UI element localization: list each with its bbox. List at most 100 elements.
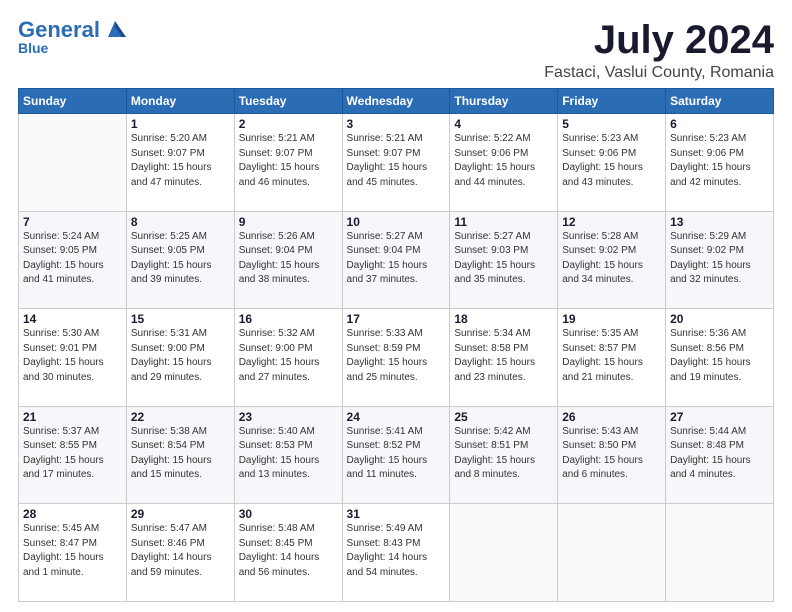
calendar-cell: 21Sunrise: 5:37 AM Sunset: 8:55 PM Dayli…: [19, 406, 127, 504]
day-number: 29: [131, 507, 230, 521]
calendar-cell: 13Sunrise: 5:29 AM Sunset: 9:02 PM Dayli…: [666, 211, 774, 309]
day-info: Sunrise: 5:32 AM Sunset: 9:00 PM Dayligh…: [239, 327, 338, 385]
calendar-cell: 1Sunrise: 5:20 AM Sunset: 9:07 PM Daylig…: [126, 114, 234, 212]
day-info: Sunrise: 5:37 AM Sunset: 8:55 PM Dayligh…: [23, 425, 122, 483]
day-info: Sunrise: 5:23 AM Sunset: 9:06 PM Dayligh…: [670, 132, 769, 190]
day-info: Sunrise: 5:38 AM Sunset: 8:54 PM Dayligh…: [131, 425, 230, 483]
day-info: Sunrise: 5:42 AM Sunset: 8:51 PM Dayligh…: [454, 425, 553, 483]
day-number: 22: [131, 410, 230, 424]
weekday-header: Thursday: [450, 89, 558, 114]
calendar-cell: 12Sunrise: 5:28 AM Sunset: 9:02 PM Dayli…: [558, 211, 666, 309]
day-number: 12: [562, 215, 661, 229]
calendar-header-row: SundayMondayTuesdayWednesdayThursdayFrid…: [19, 89, 774, 114]
calendar-cell: 10Sunrise: 5:27 AM Sunset: 9:04 PM Dayli…: [342, 211, 450, 309]
page: General Blue July 2024 Fastaci, Vaslui C…: [0, 0, 792, 612]
day-number: 5: [562, 117, 661, 131]
day-info: Sunrise: 5:40 AM Sunset: 8:53 PM Dayligh…: [239, 425, 338, 483]
day-info: Sunrise: 5:31 AM Sunset: 9:00 PM Dayligh…: [131, 327, 230, 385]
day-number: 17: [347, 312, 446, 326]
day-info: Sunrise: 5:25 AM Sunset: 9:05 PM Dayligh…: [131, 230, 230, 288]
calendar-cell: 28Sunrise: 5:45 AM Sunset: 8:47 PM Dayli…: [19, 504, 127, 602]
weekday-header: Saturday: [666, 89, 774, 114]
day-number: 25: [454, 410, 553, 424]
calendar-cell: 15Sunrise: 5:31 AM Sunset: 9:00 PM Dayli…: [126, 309, 234, 407]
calendar-cell: 3Sunrise: 5:21 AM Sunset: 9:07 PM Daylig…: [342, 114, 450, 212]
calendar-cell: 8Sunrise: 5:25 AM Sunset: 9:05 PM Daylig…: [126, 211, 234, 309]
day-info: Sunrise: 5:34 AM Sunset: 8:58 PM Dayligh…: [454, 327, 553, 385]
day-number: 27: [670, 410, 769, 424]
day-number: 13: [670, 215, 769, 229]
calendar-week-row: 14Sunrise: 5:30 AM Sunset: 9:01 PM Dayli…: [19, 309, 774, 407]
month-year: July 2024: [544, 18, 774, 62]
calendar-cell: 2Sunrise: 5:21 AM Sunset: 9:07 PM Daylig…: [234, 114, 342, 212]
day-info: Sunrise: 5:41 AM Sunset: 8:52 PM Dayligh…: [347, 425, 446, 483]
day-info: Sunrise: 5:27 AM Sunset: 9:04 PM Dayligh…: [347, 230, 446, 288]
logo: General Blue: [18, 18, 126, 56]
calendar-cell: 9Sunrise: 5:26 AM Sunset: 9:04 PM Daylig…: [234, 211, 342, 309]
day-info: Sunrise: 5:29 AM Sunset: 9:02 PM Dayligh…: [670, 230, 769, 288]
calendar-cell: 7Sunrise: 5:24 AM Sunset: 9:05 PM Daylig…: [19, 211, 127, 309]
day-number: 10: [347, 215, 446, 229]
title-block: July 2024 Fastaci, Vaslui County, Romani…: [544, 18, 774, 82]
day-info: Sunrise: 5:21 AM Sunset: 9:07 PM Dayligh…: [347, 132, 446, 190]
calendar-week-row: 7Sunrise: 5:24 AM Sunset: 9:05 PM Daylig…: [19, 211, 774, 309]
weekday-header: Friday: [558, 89, 666, 114]
day-info: Sunrise: 5:45 AM Sunset: 8:47 PM Dayligh…: [23, 522, 122, 580]
day-number: 24: [347, 410, 446, 424]
day-number: 28: [23, 507, 122, 521]
logo-icon: [104, 19, 126, 37]
day-number: 8: [131, 215, 230, 229]
day-number: 18: [454, 312, 553, 326]
day-info: Sunrise: 5:49 AM Sunset: 8:43 PM Dayligh…: [347, 522, 446, 580]
weekday-header: Tuesday: [234, 89, 342, 114]
weekday-header: Wednesday: [342, 89, 450, 114]
day-info: Sunrise: 5:28 AM Sunset: 9:02 PM Dayligh…: [562, 230, 661, 288]
day-number: 20: [670, 312, 769, 326]
day-info: Sunrise: 5:35 AM Sunset: 8:57 PM Dayligh…: [562, 327, 661, 385]
calendar-cell: 29Sunrise: 5:47 AM Sunset: 8:46 PM Dayli…: [126, 504, 234, 602]
calendar-week-row: 28Sunrise: 5:45 AM Sunset: 8:47 PM Dayli…: [19, 504, 774, 602]
calendar-week-row: 21Sunrise: 5:37 AM Sunset: 8:55 PM Dayli…: [19, 406, 774, 504]
day-info: Sunrise: 5:24 AM Sunset: 9:05 PM Dayligh…: [23, 230, 122, 288]
day-info: Sunrise: 5:23 AM Sunset: 9:06 PM Dayligh…: [562, 132, 661, 190]
logo-blue: Blue: [18, 40, 48, 56]
calendar-cell: 23Sunrise: 5:40 AM Sunset: 8:53 PM Dayli…: [234, 406, 342, 504]
calendar-cell: [666, 504, 774, 602]
calendar-cell: 30Sunrise: 5:48 AM Sunset: 8:45 PM Dayli…: [234, 504, 342, 602]
day-number: 30: [239, 507, 338, 521]
day-number: 3: [347, 117, 446, 131]
calendar-cell: 20Sunrise: 5:36 AM Sunset: 8:56 PM Dayli…: [666, 309, 774, 407]
calendar-cell: 26Sunrise: 5:43 AM Sunset: 8:50 PM Dayli…: [558, 406, 666, 504]
day-number: 11: [454, 215, 553, 229]
day-number: 31: [347, 507, 446, 521]
day-number: 26: [562, 410, 661, 424]
day-number: 21: [23, 410, 122, 424]
day-number: 4: [454, 117, 553, 131]
calendar-cell: 27Sunrise: 5:44 AM Sunset: 8:48 PM Dayli…: [666, 406, 774, 504]
logo-general: General: [18, 18, 100, 42]
calendar-cell: 5Sunrise: 5:23 AM Sunset: 9:06 PM Daylig…: [558, 114, 666, 212]
weekday-header: Monday: [126, 89, 234, 114]
day-info: Sunrise: 5:48 AM Sunset: 8:45 PM Dayligh…: [239, 522, 338, 580]
day-info: Sunrise: 5:43 AM Sunset: 8:50 PM Dayligh…: [562, 425, 661, 483]
header: General Blue July 2024 Fastaci, Vaslui C…: [18, 18, 774, 82]
day-number: 1: [131, 117, 230, 131]
day-info: Sunrise: 5:21 AM Sunset: 9:07 PM Dayligh…: [239, 132, 338, 190]
day-info: Sunrise: 5:30 AM Sunset: 9:01 PM Dayligh…: [23, 327, 122, 385]
day-number: 2: [239, 117, 338, 131]
day-number: 23: [239, 410, 338, 424]
day-number: 7: [23, 215, 122, 229]
calendar-cell: [558, 504, 666, 602]
day-number: 6: [670, 117, 769, 131]
calendar-cell: 24Sunrise: 5:41 AM Sunset: 8:52 PM Dayli…: [342, 406, 450, 504]
day-number: 15: [131, 312, 230, 326]
calendar-cell: 31Sunrise: 5:49 AM Sunset: 8:43 PM Dayli…: [342, 504, 450, 602]
day-info: Sunrise: 5:26 AM Sunset: 9:04 PM Dayligh…: [239, 230, 338, 288]
calendar-cell: 4Sunrise: 5:22 AM Sunset: 9:06 PM Daylig…: [450, 114, 558, 212]
calendar-table: SundayMondayTuesdayWednesdayThursdayFrid…: [18, 88, 774, 602]
location: Fastaci, Vaslui County, Romania: [544, 64, 774, 82]
day-info: Sunrise: 5:33 AM Sunset: 8:59 PM Dayligh…: [347, 327, 446, 385]
calendar-cell: 6Sunrise: 5:23 AM Sunset: 9:06 PM Daylig…: [666, 114, 774, 212]
calendar-cell: 14Sunrise: 5:30 AM Sunset: 9:01 PM Dayli…: [19, 309, 127, 407]
calendar-cell: 11Sunrise: 5:27 AM Sunset: 9:03 PM Dayli…: [450, 211, 558, 309]
